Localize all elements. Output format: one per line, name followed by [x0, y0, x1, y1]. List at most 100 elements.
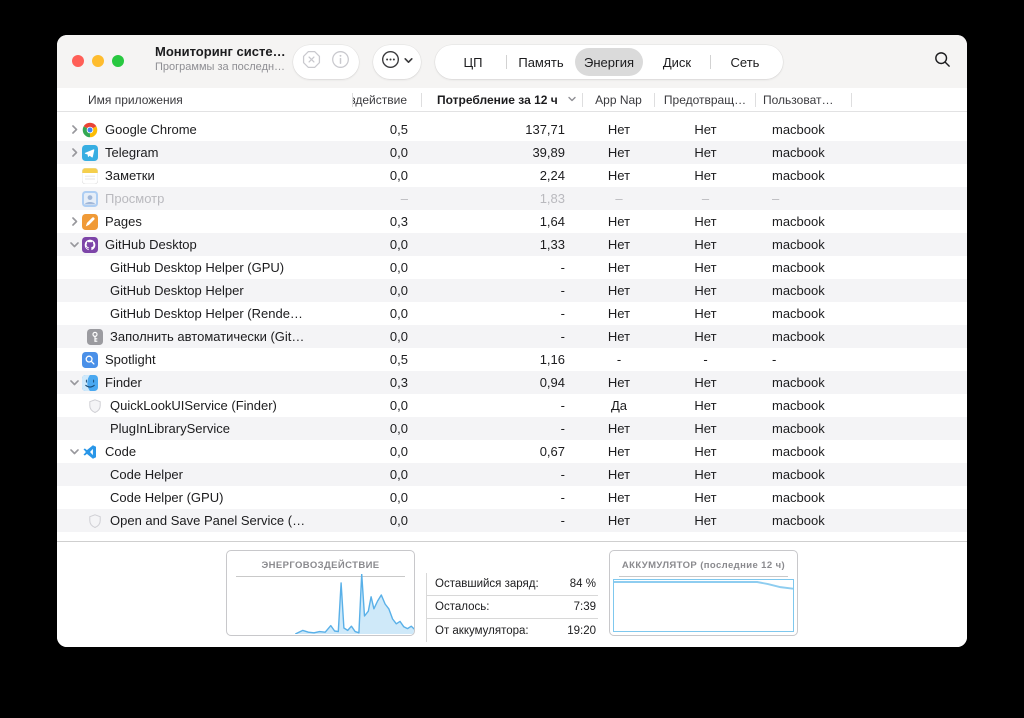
energy-impact-value: 0,0 — [389, 398, 408, 413]
power-12h-value: - — [560, 421, 565, 436]
spotlight-icon — [82, 351, 98, 368]
preventing-sleep-value: Нет — [694, 490, 717, 505]
vscode-icon — [82, 444, 98, 460]
table-row[interactable]: Spotlight 0,5 1,16 - - - — [57, 348, 967, 371]
tab-диск[interactable]: Диск — [643, 48, 711, 76]
energy-impact-value: 0,3 — [389, 375, 408, 390]
column-header-app-nap[interactable]: App Nap — [583, 92, 655, 107]
tab-память[interactable]: Память — [506, 48, 575, 76]
inspect-info-icon[interactable] — [331, 50, 350, 74]
disclosure-collapsed-icon[interactable] — [67, 124, 82, 135]
power-12h-value: 137,71 — [525, 122, 565, 137]
preventing-sleep-value: Нет — [694, 375, 717, 390]
process-name: Code Helper — [110, 467, 183, 482]
app-nap-value: Нет — [607, 375, 631, 390]
user-value: – — [772, 191, 780, 206]
power-12h-value: 0,67 — [539, 444, 565, 459]
user-value: macbook — [772, 444, 825, 459]
power-12h-value: - — [560, 283, 565, 298]
app-nap-value: Нет — [607, 467, 631, 482]
battery-level-chart — [613, 579, 794, 632]
finder-icon — [82, 374, 98, 391]
icon-slot — [87, 306, 103, 322]
app-nap-value: Нет — [607, 306, 631, 321]
table-row[interactable]: Pages 0,3 1,64 Нет Нет macbook — [57, 210, 967, 233]
energy-impact-box: ЭНЕРГОВОЗДЕЙСТВИЕ — [226, 550, 415, 636]
table-row[interactable]: Google Chrome 0,5 137,71 Нет Нет macbook — [57, 118, 967, 141]
table-row[interactable]: QuickLookUIService (Finder) 0,0 - Да Нет macb… — [57, 394, 967, 417]
column-header-user[interactable]: Пользоват… — [756, 92, 852, 107]
process-table: Google Chrome 0,5 137,71 Нет Нет macbook Teleg… — [57, 112, 967, 532]
power-12h-value: 0,94 — [539, 375, 565, 390]
icon-slot — [87, 490, 103, 506]
process-name: Telegram — [105, 145, 159, 160]
disclosure-expanded-icon[interactable] — [67, 377, 82, 388]
table-row[interactable]: PlugInLibraryService 0,0 - Нет Нет macbook — [57, 417, 967, 440]
app-nap-value: – — [615, 191, 623, 206]
table-row[interactable]: GitHub Desktop 0,0 1,33 Нет Нет macbook — [57, 233, 967, 256]
table-row[interactable]: GitHub Desktop Helper (Rende… 0,0 - Нет Нет m… — [57, 302, 967, 325]
process-name: Google Chrome — [105, 122, 197, 137]
user-value: macbook — [772, 306, 825, 321]
process-name: Code Helper (GPU) — [110, 490, 224, 505]
energy-impact-value: 0,0 — [389, 306, 408, 321]
icon-slot — [87, 421, 103, 437]
power-12h-value: - — [560, 467, 565, 482]
energy-impact-value: – — [400, 191, 408, 206]
table-row[interactable]: Code 0,0 0,67 Нет Нет macbook — [57, 440, 967, 463]
column-header-name[interactable]: Имя приложения — [57, 92, 353, 107]
window-title: Мониторинг систе… — [155, 44, 286, 59]
app-nap-value: Нет — [607, 122, 631, 137]
column-header-preventing-sleep[interactable]: Предотвращ… — [655, 92, 756, 107]
process-name: GitHub Desktop Helper (GPU) — [110, 260, 285, 275]
app-nap-value: Нет — [607, 444, 631, 459]
energy-impact-value: 0,0 — [389, 444, 408, 459]
close-button[interactable] — [72, 55, 84, 67]
preventing-sleep-value: Нет — [694, 260, 717, 275]
table-row[interactable]: Finder 0,3 0,94 Нет Нет macbook — [57, 371, 967, 394]
app-nap-value: Нет — [607, 513, 631, 528]
user-value: macbook — [772, 260, 825, 275]
disclosure-expanded-icon[interactable] — [67, 239, 82, 250]
table-row[interactable]: Code Helper 0,0 - Нет Нет macbook — [57, 463, 967, 486]
table-row[interactable]: Просмотр – 1,83 – – – — [57, 187, 967, 210]
table-row[interactable]: GitHub Desktop Helper 0,0 - Нет Нет macbook — [57, 279, 967, 302]
zoom-button[interactable] — [112, 55, 124, 67]
table-row[interactable]: GitHub Desktop Helper (GPU) 0,0 - Нет Нет mac… — [57, 256, 967, 279]
tab-энергия[interactable]: Энергия — [575, 48, 643, 76]
disclosure-collapsed-icon[interactable] — [67, 216, 82, 227]
tab-цп[interactable]: ЦП — [439, 48, 507, 76]
energy-impact-value: 0,0 — [389, 329, 408, 344]
app-nap-value: Нет — [607, 237, 631, 252]
energy-impact-value: 0,0 — [389, 237, 408, 252]
preventing-sleep-value: Нет — [694, 421, 717, 436]
table-row[interactable]: Open and Save Panel Service (… 0,0 - Нет Нет… — [57, 509, 967, 532]
power-12h-value: - — [560, 398, 565, 413]
minimize-button[interactable] — [92, 55, 104, 67]
energy-impact-value: 0,3 — [389, 214, 408, 229]
table-row[interactable]: Telegram 0,0 39,89 Нет Нет macbook — [57, 141, 967, 164]
search-button[interactable] — [931, 51, 953, 73]
preventing-sleep-value: - — [703, 352, 708, 367]
process-name: GitHub Desktop Helper — [110, 283, 244, 298]
power-12h-value: 2,24 — [539, 168, 565, 183]
more-options-button[interactable] — [373, 45, 421, 79]
energy-impact-value: 0,0 — [389, 467, 408, 482]
power-12h-value: 1,64 — [539, 214, 565, 229]
process-name: Spotlight — [105, 352, 156, 367]
preventing-sleep-value: Нет — [694, 467, 717, 482]
table-row[interactable]: Заметки 0,0 2,24 Нет Нет macbook — [57, 164, 967, 187]
tab-сеть[interactable]: Сеть — [710, 48, 779, 76]
telegram-icon — [82, 144, 98, 161]
quit-info-button-group — [293, 45, 359, 79]
column-header-energy-impact[interactable]: Энерговоздействие — [353, 92, 422, 107]
preventing-sleep-value: Нет — [694, 283, 717, 298]
power-12h-value: 1,33 — [539, 237, 565, 252]
table-row[interactable]: Code Helper (GPU) 0,0 - Нет Нет macbook — [57, 486, 967, 509]
force-quit-icon[interactable] — [302, 50, 321, 74]
column-header-power-12h[interactable]: Потребление за 12 ч — [422, 92, 583, 107]
power-12h-value: - — [560, 306, 565, 321]
disclosure-expanded-icon[interactable] — [67, 446, 82, 457]
disclosure-collapsed-icon[interactable] — [67, 147, 82, 158]
table-row[interactable]: Заполнить автоматически (Git… 0,0 - Нет Нет m… — [57, 325, 967, 348]
